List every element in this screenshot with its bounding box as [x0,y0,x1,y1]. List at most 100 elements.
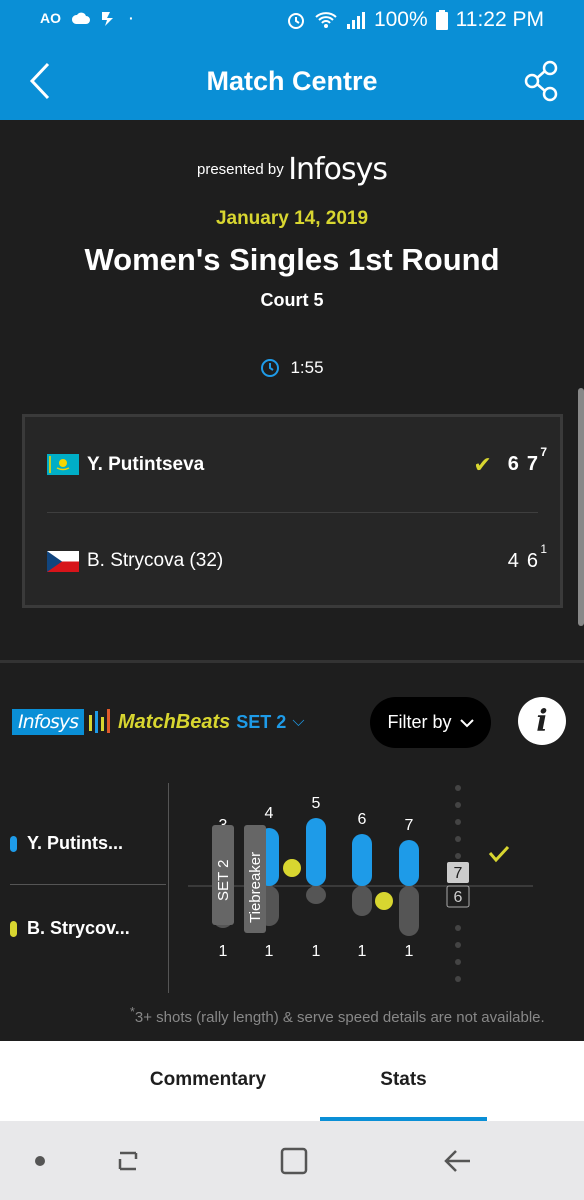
matchbeats-logo[interactable]: Infosys MatchBeats SET 2 ⌵ [12,707,304,737]
game-bar[interactable]: 71 [399,817,419,960]
tiebreak-score: 7 [540,445,547,459]
czech-flag-icon [47,550,79,572]
set-selector[interactable]: SET 2 [236,712,286,733]
match-round: Women's Singles 1st Round [84,242,500,277]
player-name: Y. Putintseva [87,453,205,475]
winner-check-icon [488,845,510,863]
player-name: B. Strycova (32) [87,550,224,571]
tennis-ball-icon [375,892,393,910]
signal-icon [346,12,365,29]
status-bar: AO · 100% 11:22 PM [0,0,584,44]
kazakhstan-flag-icon [47,454,79,475]
chevron-down-icon[interactable]: ⌵ [292,713,304,731]
legend-divider [10,884,166,885]
tennis-ball-icon [283,859,301,877]
set-score: 4 [507,549,519,572]
set-score: 77 [526,445,547,475]
final-score-bottom: 6 [446,885,470,908]
game-score-bottom: 1 [312,943,321,960]
matchbeats-chart[interactable]: 3141516171 7 6 SET 2 Tiebreaker [168,763,548,983]
dot-icon: · [129,10,134,26]
tab-stats[interactable]: Stats [320,1069,487,1091]
tiebreak-score: 1 [540,541,547,556]
set-score: 6 [507,453,519,475]
game-score-bottom: 1 [358,943,367,960]
check-app-icon [102,12,113,26]
battery-percent: 100% [373,8,428,31]
tiebreaker-tag: Tiebreaker [244,825,266,933]
match-header: presented by Infosys January 14, 2019 Wo… [0,120,584,663]
presented-by: presented by Infosys [0,152,584,187]
game-score-top: 5 [312,795,321,812]
filter-button[interactable]: Filter by [370,697,491,748]
game-score-top: 6 [358,811,367,828]
tab-bar: Commentary Stats [0,1041,584,1121]
home-icon [280,1147,308,1175]
nav-dot-button[interactable] [30,1143,70,1179]
home-button[interactable] [274,1143,314,1179]
tiebreaker-tag-label: Tiebreaker [247,852,264,923]
final-score-top: 7 [447,862,469,883]
back-nav-button[interactable] [440,1143,480,1179]
dotted-separator [455,785,461,982]
wifi-icon [315,12,337,28]
filter-label: Filter by [387,712,452,732]
game-score-top: 7 [405,817,414,834]
chevron-down-icon [459,718,474,727]
game-bar-player-2 [352,886,372,916]
player-sets: 4 61 [507,541,547,573]
game-bar-player-1 [306,818,326,886]
status-right: 100% 11:22 PM [286,8,544,32]
legend-label: B. Strycov... [27,918,130,938]
cloud-icon [71,12,90,24]
matchbeats-bars-icon [89,709,111,733]
sponsor-logo: Infosys [288,152,388,187]
winner-check-icon: ✔ [473,451,492,477]
status-left-icons: AO · [40,10,134,26]
legend-color-swatch [10,920,17,937]
game-bar-player-2 [306,886,326,904]
duration-value: 1:55 [290,358,324,377]
tab-commentary[interactable]: Commentary [100,1069,316,1091]
app-bar: Match Centre [0,44,584,120]
match-date: January 14, 2019 [215,208,369,229]
game-score-bottom: 1 [219,943,228,960]
recent-apps-button[interactable] [112,1143,152,1179]
share-button[interactable] [522,58,562,104]
set-tag: SET 2 [212,825,234,925]
match-court: Court 5 [260,290,324,310]
legend-color-swatch [10,835,17,852]
set-score: 61 [526,541,547,572]
svg-text:6: 6 [454,889,463,906]
recent-apps-icon [118,1151,138,1171]
game-score-top: 4 [265,805,274,822]
game-bar-player-2 [399,886,419,936]
match-duration: 1:55 [0,358,584,378]
dot-icon [35,1156,45,1166]
legend-player-2: B. Strycov... [10,918,130,939]
player-sets: 6 77 [507,445,547,476]
score-card: Y. Putintseva ✔ 6 77 B. Strycova (32) 4 … [22,414,563,608]
game-score-bottom: 1 [265,943,274,960]
svg-text:7: 7 [454,865,463,882]
legend-label: Y. Putints... [27,833,124,853]
clock-icon [261,359,280,377]
player-row: Y. Putintseva ✔ 6 77 [47,417,547,513]
system-nav-bar [0,1121,584,1200]
game-score-bottom: 1 [405,943,414,960]
page-title: Match Centre [206,66,378,96]
info-button[interactable]: i [518,697,566,745]
set-tag-label: SET 2 [215,860,232,901]
legend-player-1: Y. Putints... [10,833,123,854]
footnote: *3+ shots (rally length) & serve speed d… [130,1005,545,1026]
alarm-icon [287,13,304,29]
scrollbar[interactable] [578,388,584,626]
back-arrow-icon [444,1150,470,1172]
game-bar-player-1 [352,834,372,886]
game-bar[interactable]: 51 [306,795,326,960]
battery-icon [435,10,448,30]
infosys-logo: Infosys [12,709,85,735]
ao-icon: AO [40,10,61,26]
player-row: B. Strycova (32) 4 61 [47,513,547,609]
share-icon [524,60,558,102]
